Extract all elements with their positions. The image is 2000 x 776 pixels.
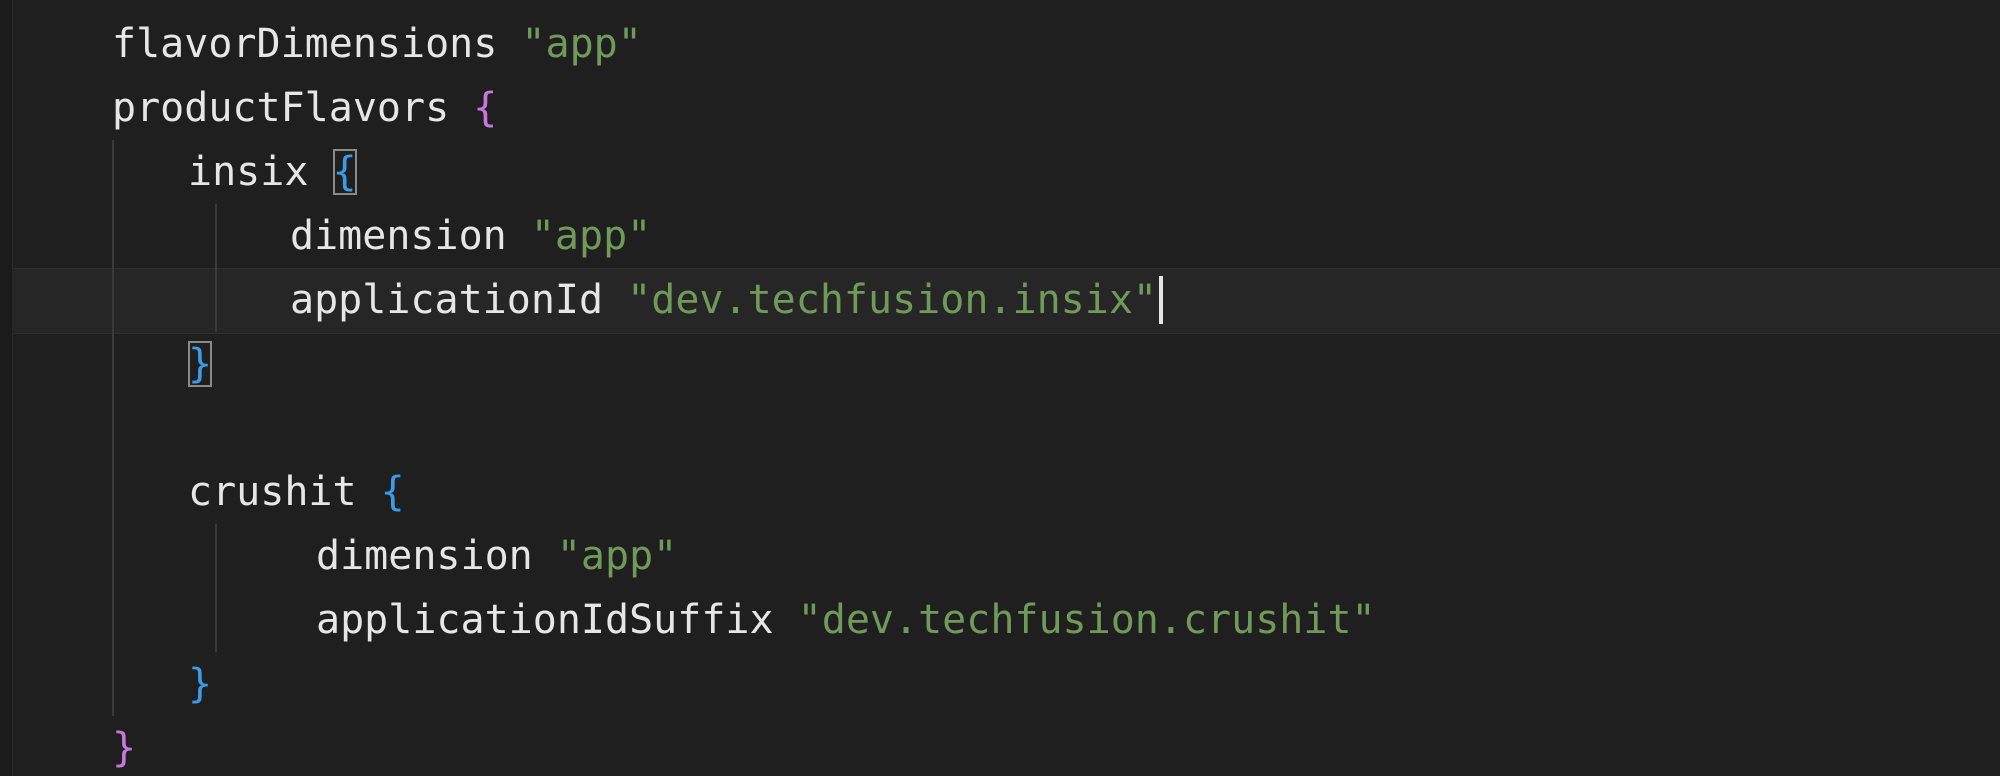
identifier-product-flavors: productFlavors	[112, 85, 450, 131]
identifier-dimension: dimension	[290, 213, 507, 259]
code-line-8[interactable]: crushit {	[188, 460, 405, 524]
string-literal: "dev.techfusion.insix"	[627, 277, 1157, 323]
code-line-1[interactable]: flavorDimensions "app"	[112, 12, 642, 76]
identifier-application-id: applicationId	[290, 277, 604, 323]
matched-close-brace: }	[188, 341, 213, 387]
editor-gutter	[0, 0, 13, 776]
string-literal: "app"	[556, 533, 678, 579]
string-literal: "app"	[530, 213, 652, 259]
identifier-flavor-dimensions: flavorDimensions	[112, 21, 498, 67]
identifier-crushit: crushit	[188, 469, 357, 515]
indent-guide	[215, 204, 217, 332]
open-brace: {	[473, 85, 498, 131]
identifier-application-id-suffix: applicationIdSuffix	[316, 597, 774, 643]
code-line-10[interactable]: applicationIdSuffix "dev.techfusion.crus…	[316, 588, 1376, 652]
string-literal: "dev.techfusion.crushit"	[797, 597, 1376, 643]
code-line-4[interactable]: dimension "app"	[290, 204, 651, 268]
indent-guide	[112, 140, 114, 716]
code-line-5[interactable]: applicationId "dev.techfusion.insix"	[290, 268, 1163, 332]
close-brace: }	[112, 725, 137, 771]
code-line-12[interactable]: }	[112, 716, 136, 776]
code-line-2[interactable]: productFlavors {	[112, 76, 497, 140]
text-cursor	[1158, 276, 1163, 324]
code-line-11[interactable]: }	[188, 652, 212, 716]
code-line-9[interactable]: dimension "app"	[316, 524, 677, 588]
code-editor[interactable]: flavorDimensions "app" productFlavors { …	[0, 0, 2000, 776]
indent-guide	[215, 524, 217, 652]
matched-open-brace: {	[332, 149, 357, 195]
identifier-insix: insix	[188, 149, 309, 195]
code-line-6[interactable]: }	[188, 332, 213, 396]
identifier-dimension: dimension	[316, 533, 533, 579]
close-brace: }	[188, 661, 213, 707]
string-literal: "app"	[521, 21, 642, 67]
code-line-3[interactable]: insix {	[188, 140, 357, 204]
open-brace: {	[380, 469, 405, 515]
